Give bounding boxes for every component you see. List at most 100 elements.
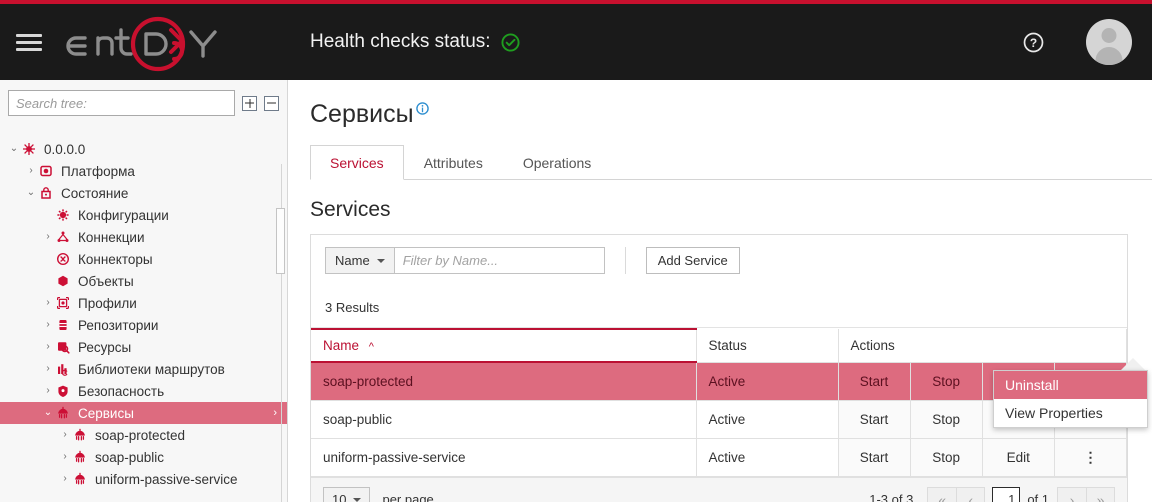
tree-item-0-0-0-0[interactable]: ⌄ 0.0.0.0 xyxy=(0,138,287,160)
chevron-right-icon[interactable]: › xyxy=(59,474,71,484)
connectors-icon xyxy=(54,252,72,266)
menu-item-view-properties[interactable]: View Properties xyxy=(994,399,1147,427)
total-pages-label: of 1 xyxy=(1027,492,1049,502)
tree-item-label: Сервисы xyxy=(78,406,134,421)
edit-button[interactable]: Edit xyxy=(982,438,1054,476)
chevron-down-icon xyxy=(353,498,361,502)
per-page-value: 10 xyxy=(332,492,346,502)
per-page-label: per page xyxy=(382,492,433,502)
tab-operations[interactable]: Operations xyxy=(503,145,611,180)
tree-item-состояние[interactable]: ⌄Состояние xyxy=(0,182,287,204)
chevron-down-icon[interactable]: ⌄ xyxy=(25,188,37,198)
caret-up-icon: ^ xyxy=(369,341,374,353)
row-context-menu: UninstallView Properties xyxy=(993,370,1148,428)
info-icon[interactable] xyxy=(416,102,429,115)
tab-services[interactable]: Services xyxy=(310,145,404,180)
expand-all-icon[interactable] xyxy=(242,96,257,111)
tree-item-label: Профили xyxy=(78,296,137,311)
table-row[interactable]: uniform-passive-serviceActiveStartStopEd… xyxy=(311,438,1127,476)
stop-button[interactable]: Stop xyxy=(910,362,982,400)
tree-item-конфигурации[interactable]: Конфигурации xyxy=(0,204,287,226)
tab-attributes[interactable]: Attributes xyxy=(404,145,503,180)
page-title-text: Сервисы xyxy=(310,100,414,129)
filter-input[interactable] xyxy=(395,247,605,274)
first-page-button[interactable]: « xyxy=(927,487,956,502)
tree-item-объекты[interactable]: Объекты xyxy=(0,270,287,292)
kebab-menu-icon[interactable]: ⋮ xyxy=(1079,446,1101,469)
tree-item-label: Ресурсы xyxy=(78,340,131,355)
page-number-input[interactable] xyxy=(992,487,1020,502)
tree-item-label: Безопасность xyxy=(78,384,164,399)
repositories-icon xyxy=(54,318,72,332)
start-button[interactable]: Start xyxy=(838,438,910,476)
tree-item-профили[interactable]: › Профили xyxy=(0,292,287,314)
tree-item-платформа[interactable]: › Платформа xyxy=(0,160,287,182)
start-button[interactable]: Start xyxy=(838,400,910,438)
context-menu-caret xyxy=(1121,358,1145,370)
chevron-right-icon[interactable]: › xyxy=(42,386,54,396)
search-tree-input[interactable] xyxy=(8,90,235,116)
security-icon xyxy=(54,384,72,398)
chevron-right-icon[interactable]: › xyxy=(25,166,37,176)
navigation-tree: ⌄ 0.0.0.0 › Платформа ⌄СостояниеКонфигурации… xyxy=(0,138,287,490)
per-page-select[interactable]: 10 xyxy=(323,487,370,502)
tree-item-репозитории[interactable]: ›Репозитории xyxy=(0,314,287,336)
chevron-right-icon[interactable]: › xyxy=(42,342,54,352)
health-check-status: Health checks status: xyxy=(310,31,520,53)
main-content: Сервисы ServicesAttributesOperations Ser… xyxy=(288,80,1152,502)
cell-status: Active xyxy=(696,362,838,400)
chevron-down-icon xyxy=(377,259,385,263)
column-header-status[interactable]: Status xyxy=(696,329,838,362)
chevron-right-icon[interactable]: › xyxy=(42,320,54,330)
tree-item-коннекторы[interactable]: Коннекторы xyxy=(0,248,287,270)
tab-bar: ServicesAttributesOperations xyxy=(310,145,1152,180)
user-avatar-icon[interactable] xyxy=(1086,19,1132,65)
chevron-down-icon[interactable]: ⌄ xyxy=(8,144,20,154)
sidebar: ⌄ 0.0.0.0 › Платформа ⌄СостояниеКонфигурации… xyxy=(0,80,288,502)
chevron-right-icon: › xyxy=(273,407,277,419)
tree-item-soap-protected[interactable]: ›soap-protected xyxy=(0,424,287,446)
sidebar-scrollbar[interactable] xyxy=(276,208,285,274)
tree-item-soap-public[interactable]: › soap-public xyxy=(0,446,287,468)
resources-icon xyxy=(54,340,72,354)
tree-item-label: Платформа xyxy=(61,164,135,179)
toolbar-divider xyxy=(625,247,626,274)
column-header-actions: Actions xyxy=(838,329,1127,362)
prev-page-button[interactable]: ‹ xyxy=(956,487,985,502)
chevron-right-icon[interactable]: › xyxy=(42,298,54,308)
chevron-right-icon[interactable]: › xyxy=(42,232,54,242)
menu-item-uninstall[interactable]: Uninstall xyxy=(994,371,1147,399)
tree-item-label: 0.0.0.0 xyxy=(44,142,85,157)
start-button[interactable]: Start xyxy=(838,362,910,400)
add-service-button[interactable]: Add Service xyxy=(646,247,740,274)
pagination-range: 1-3 of 3 xyxy=(869,492,913,502)
service-icon xyxy=(71,472,89,486)
last-page-button[interactable]: » xyxy=(1086,487,1115,502)
tree-item-label: soap-public xyxy=(95,450,164,465)
profiles-icon xyxy=(54,296,72,310)
tree-item-коннекции[interactable]: › Коннекции xyxy=(0,226,287,248)
stop-button[interactable]: Stop xyxy=(910,438,982,476)
tree-item-label: Коннекции xyxy=(78,230,145,245)
tree-item-библиотеки-маршрутов[interactable]: ›Библиотеки маршрутов xyxy=(0,358,287,380)
chevron-right-icon[interactable]: › xyxy=(42,364,54,374)
tree-item-label: Коннекторы xyxy=(78,252,153,267)
header-actions: ? xyxy=(1023,4,1152,80)
next-page-button[interactable]: › xyxy=(1057,487,1086,502)
collapse-all-icon[interactable] xyxy=(264,96,279,111)
config-icon xyxy=(54,208,72,222)
pagination-controls: 1-3 of 3 « ‹ of 1 › » xyxy=(869,487,1115,502)
tree-item-uniform-passive-service[interactable]: ›uniform-passive-service xyxy=(0,468,287,490)
tree-item-сервисы[interactable]: ⌄ Сервисы › xyxy=(0,402,287,424)
stop-button[interactable]: Stop xyxy=(910,400,982,438)
column-header-name[interactable]: Name ^ xyxy=(311,329,696,362)
filter-field-select[interactable]: Name xyxy=(325,247,395,274)
chevron-right-icon[interactable]: › xyxy=(59,430,71,440)
tree-item-безопасность[interactable]: › Безопасность xyxy=(0,380,287,402)
question-circle-icon[interactable]: ? xyxy=(1023,32,1044,53)
chevron-right-icon[interactable]: › xyxy=(59,452,71,462)
state-icon xyxy=(37,186,55,200)
tree-item-ресурсы[interactable]: › Ресурсы xyxy=(0,336,287,358)
chevron-down-icon[interactable]: ⌄ xyxy=(42,408,54,418)
hamburger-icon[interactable] xyxy=(0,34,58,51)
